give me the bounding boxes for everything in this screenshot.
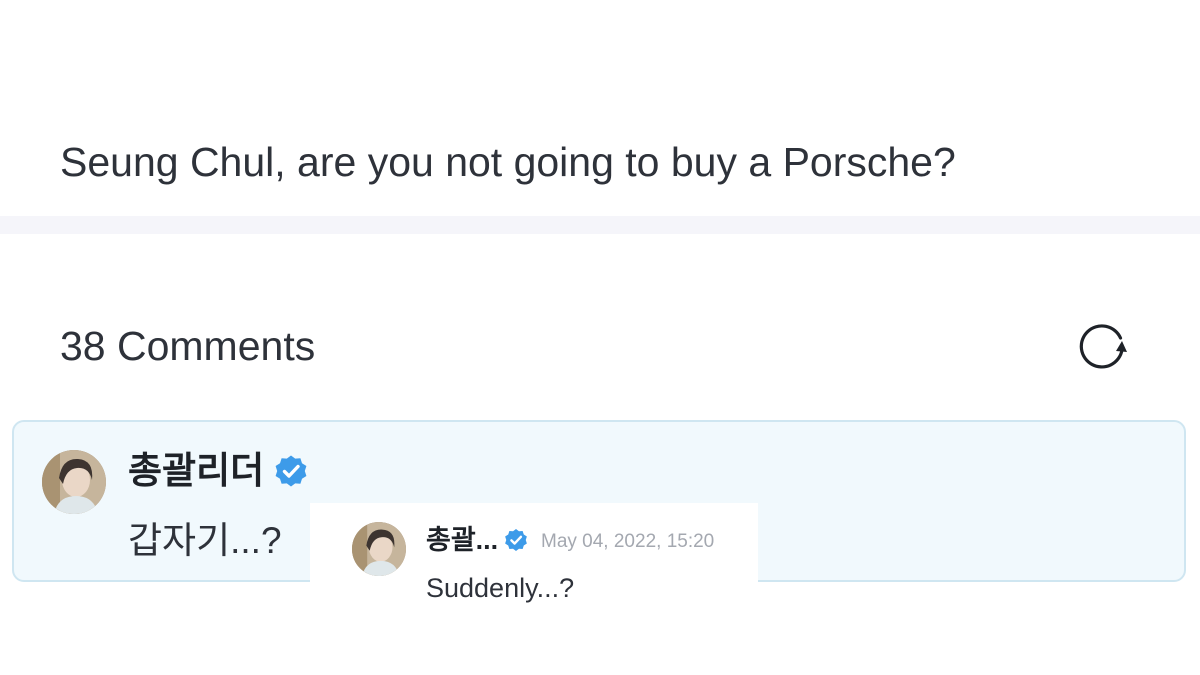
translation-avatar [352,522,406,576]
verified-badge-icon [274,454,308,488]
translation-author-name: 총괄... [426,525,499,555]
avatar[interactable] [42,450,106,514]
section-divider [0,216,1200,234]
translation-timestamp: May 04, 2022, 15:20 [541,531,715,552]
refresh-icon [1079,324,1127,369]
comment-author-name[interactable]: 총괄리더 [128,448,264,494]
translation-text: Suddenly...? [426,573,575,603]
comment-author: 총괄리더 [128,448,308,494]
translation-popup: 총괄... May 04, 2022, 15:20 Suddenly...? [310,503,758,615]
refresh-button[interactable] [1072,318,1132,374]
verified-badge-icon [504,528,528,552]
comments-count-title: 38 Comments [60,323,316,369]
post-text: Seung Chul, are you not going to buy a P… [60,139,956,185]
translation-author: 총괄... [426,523,528,557]
comment-text: 갑자기...? [128,520,282,561]
